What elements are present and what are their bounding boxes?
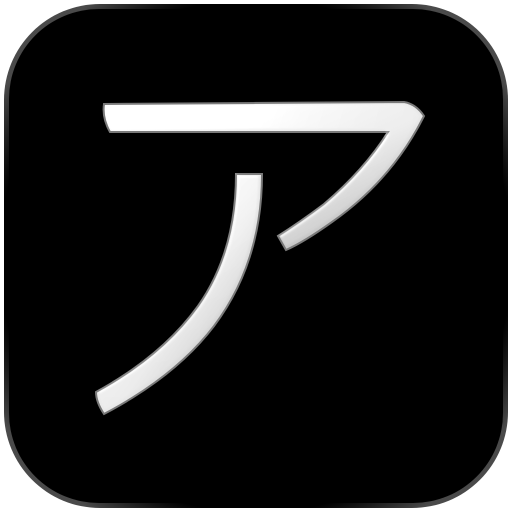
katakana-a-icon[interactable] (0, 0, 512, 512)
app-icon-container (0, 0, 512, 512)
